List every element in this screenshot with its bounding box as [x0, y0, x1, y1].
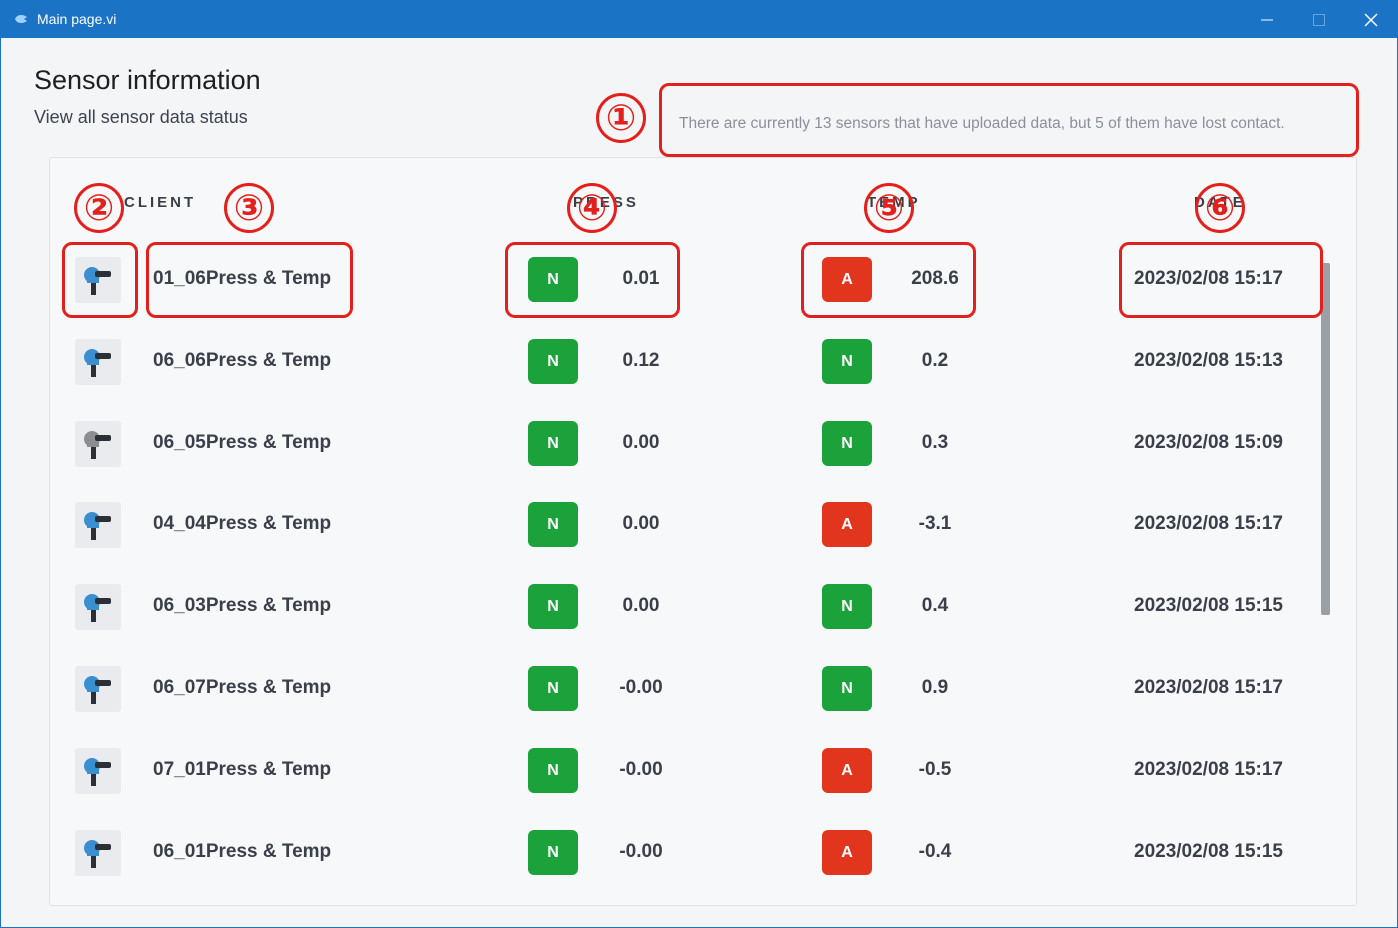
page-title: Sensor information [34, 65, 261, 95]
temp-status-badge: A [822, 830, 872, 875]
app-icon [15, 14, 27, 24]
temp-value: -3.1 [918, 513, 952, 534]
temp-status-badge: N [822, 666, 872, 711]
maximize-icon [1313, 13, 1325, 26]
press-status-badge: N [528, 666, 578, 711]
sensor-image [75, 421, 121, 467]
annotation-box-icon [62, 242, 138, 318]
temp-status-badge: N [822, 339, 872, 384]
annotation-box-client [146, 242, 353, 318]
title-bar[interactable]: Main page.vi [1, 1, 1397, 38]
press-value: -0.00 [619, 677, 663, 698]
minimize-icon [1261, 19, 1273, 20]
press-status-badge: N [528, 421, 578, 466]
temp-value: 0.2 [921, 350, 949, 371]
press-status-badge: N [528, 584, 578, 629]
last-update-date: 2023/02/08 15:17 [1134, 677, 1283, 698]
table-row[interactable]: 06_06Press & Temp N 0.12 N 0.2 2023/02/08 15:… [61, 326, 1331, 396]
window-title: Main page.vi [37, 11, 117, 27]
client-name: 06_03Press & Temp [153, 595, 332, 616]
page-subtitle: View all sensor data status [34, 107, 248, 127]
client-name: 04_04Press & Temp [153, 513, 332, 534]
last-update-date: 2023/02/08 15:09 [1134, 432, 1283, 453]
sensor-icon [84, 676, 111, 704]
sensor-image [75, 666, 121, 712]
temp-status-badge: N [822, 421, 872, 466]
last-update-date: 2023/02/08 15:17 [1134, 759, 1283, 780]
client-name: 06_06Press & Temp [153, 350, 332, 371]
temp-value: -0.5 [918, 759, 952, 780]
table-row[interactable]: 06_05Press & Temp N 0.00 N 0.3 2023/02/08 15:… [61, 408, 1331, 478]
table-row[interactable]: 06_07Press & Temp N -0.00 N 0.9 2023/02/08 15… [61, 653, 1331, 723]
table-row[interactable]: 06_03Press & Temp N 0.00 N 0.4 2023/02/08 15:… [61, 571, 1331, 641]
close-button[interactable] [1345, 1, 1397, 38]
table-row[interactable]: 07_01Press & Temp N -0.00 A -0.5 2023/02/08 1… [61, 735, 1331, 805]
temp-status-badge: N [822, 584, 872, 629]
press-status-badge: N [528, 502, 578, 547]
sensor-icon [84, 758, 111, 786]
press-value: -0.00 [619, 759, 663, 780]
client-name: 06_07Press & Temp [153, 677, 332, 698]
sensor-icon [84, 512, 111, 540]
annotation-box-press [505, 242, 680, 318]
last-update-date: 2023/02/08 15:17 [1134, 513, 1283, 534]
press-status-badge: N [528, 830, 578, 875]
annotation-marker-1: ① [596, 93, 646, 143]
minimize-button[interactable] [1241, 1, 1293, 38]
press-value: 0.12 [622, 350, 660, 371]
temp-value: -0.4 [918, 841, 952, 862]
sensor-image [75, 502, 121, 548]
annotation-box-notice [659, 83, 1359, 157]
annotation-marker-6: ⑥ [1195, 183, 1245, 233]
last-update-date: 2023/02/08 15:15 [1134, 841, 1283, 862]
sensor-icon [84, 594, 111, 622]
sensor-image [75, 748, 121, 794]
main-window: Main page.vi Sensor information View all… [0, 0, 1398, 928]
temp-value: 0.9 [921, 677, 949, 698]
table-row[interactable]: 06_01Press & Temp N -0.00 A -0.4 2023/02/08 1… [61, 817, 1331, 887]
client-name: 07_01Press & Temp [153, 759, 332, 780]
temp-status-badge: A [822, 502, 872, 547]
annotation-box-date [1119, 242, 1323, 318]
table-scrollbar[interactable] [1321, 263, 1330, 615]
sensor-icon [84, 431, 111, 459]
sensor-image [75, 584, 121, 630]
client-name: 06_01Press & Temp [153, 841, 332, 862]
temp-value: 0.3 [921, 432, 949, 453]
press-status-badge: N [528, 339, 578, 384]
sensor-icon [84, 349, 111, 377]
annotation-marker-4: ④ [567, 183, 617, 233]
table-row[interactable]: 04_04Press & Temp N 0.00 A -3.1 2023/02/08 15… [61, 489, 1331, 559]
press-value: 0.00 [622, 513, 660, 534]
last-update-date: 2023/02/08 15:13 [1134, 350, 1283, 371]
annotation-marker-2: ② [74, 183, 124, 233]
close-icon [1364, 12, 1378, 27]
sensor-image [75, 339, 121, 385]
press-value: -0.00 [619, 841, 663, 862]
press-value: 0.00 [622, 432, 660, 453]
sensor-image [75, 830, 121, 876]
press-status-badge: N [528, 748, 578, 793]
last-update-date: 2023/02/08 15:15 [1134, 595, 1283, 616]
temp-value: 0.4 [921, 595, 949, 616]
press-value: 0.00 [622, 595, 660, 616]
sensor-icon [84, 840, 111, 868]
annotation-marker-3: ③ [224, 183, 274, 233]
annotation-marker-5: ⑤ [864, 183, 914, 233]
maximize-button[interactable] [1293, 1, 1345, 38]
column-header-client: CLIENT [124, 194, 197, 211]
client-name: 06_05Press & Temp [153, 432, 332, 453]
annotation-box-temp [801, 242, 976, 318]
temp-status-badge: A [822, 748, 872, 793]
